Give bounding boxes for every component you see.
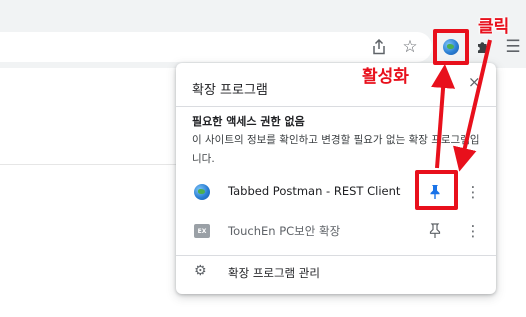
manage-extensions-link[interactable]: ⚙ 확장 프로그램 관리 — [176, 256, 496, 288]
extension-name: Tabbed Postman - REST Client — [228, 184, 401, 198]
extension-name: TouchEn PC보안 확장 — [228, 224, 341, 238]
page-divider — [0, 164, 180, 165]
divider — [176, 106, 496, 107]
share-icon[interactable] — [366, 34, 392, 60]
bookmark-star-icon[interactable]: ☆ — [397, 34, 423, 60]
annotation-activate-label: 활성화 — [362, 67, 409, 87]
pin-icon-inactive[interactable] — [422, 218, 448, 244]
ex-badge-icon: EX — [194, 223, 210, 239]
popup-title: 확장 프로그램 — [192, 83, 268, 98]
close-icon[interactable]: × — [468, 73, 481, 91]
screenshot-stage: ☆ ☰ 확장 프로그램 × 필요한 액세스 권한 없음 이 사이트의 정보를 확… — [0, 0, 526, 317]
more-options-icon[interactable]: ⋮ — [466, 180, 481, 204]
highlight-box-pin — [415, 170, 458, 210]
more-options-icon[interactable]: ⋮ — [466, 219, 481, 243]
menu-icon[interactable]: ☰ — [500, 34, 526, 60]
section-title: 필요한 액세스 권한 없음 — [192, 115, 305, 128]
highlight-box-toolbar-extension — [433, 29, 469, 65]
gear-icon: ⚙ — [194, 263, 207, 279]
puzzle-icon[interactable] — [470, 34, 496, 60]
annotation-click-label: 클릭 — [478, 17, 510, 37]
extension-row-touchen[interactable]: EX TouchEn PC보안 확장 ⋮ — [176, 214, 496, 250]
manage-extensions-label: 확장 프로그램 관리 — [228, 266, 320, 280]
section-description: 이 사이트의 정보를 확인하고 변경할 필요가 없는 확장 프로그램입니다. — [192, 134, 480, 165]
globe-icon — [194, 184, 210, 200]
